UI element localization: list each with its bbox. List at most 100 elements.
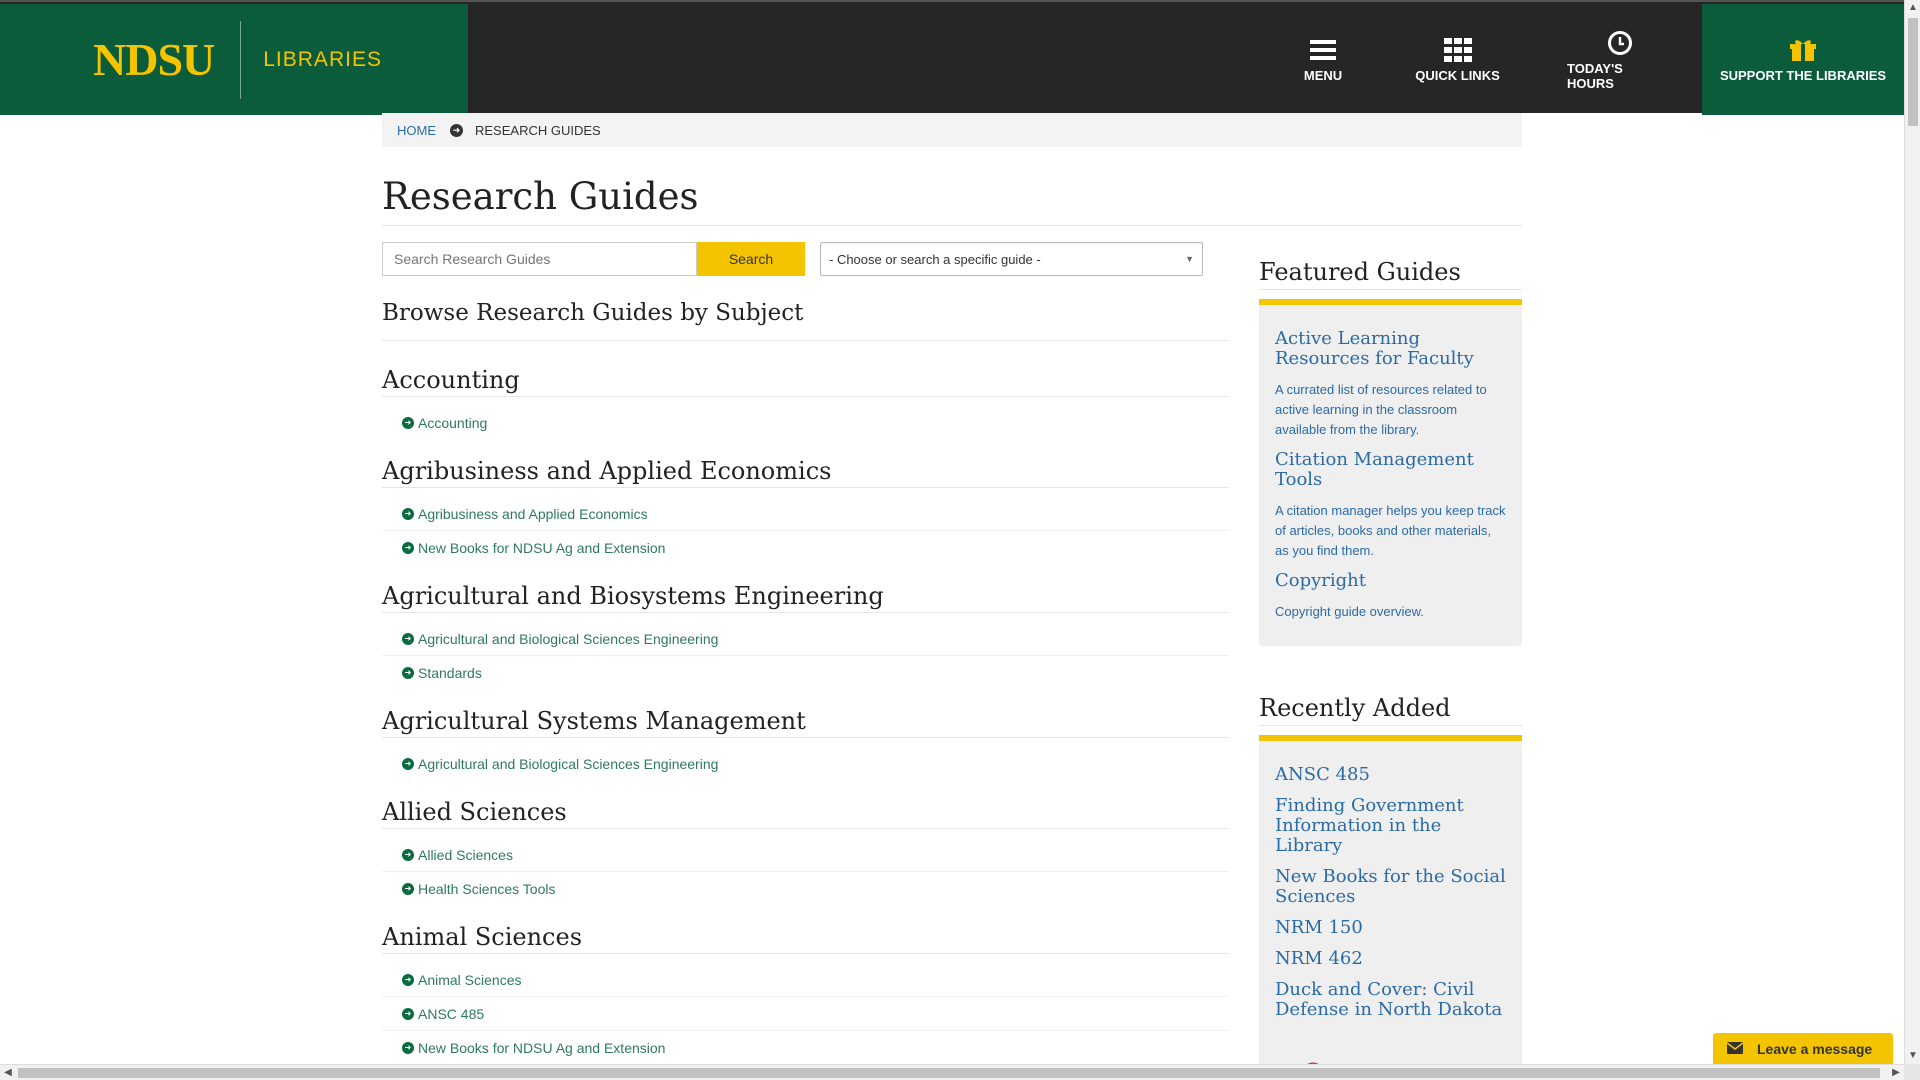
arrow-circle-icon: ➜ <box>402 632 414 645</box>
quick-links-label: QUICK LINKS <box>1415 68 1500 83</box>
subject-heading: Agribusiness and Applied Economics <box>382 457 1229 488</box>
envelope-icon <box>1726 1041 1744 1057</box>
guide-select-dropdown[interactable]: - Choose or search a specific guide - ▼ <box>820 242 1203 276</box>
subject-section: Animal Sciences ➜ Animal Sciences ➜ ANSC 4… <box>382 923 1229 1065</box>
featured-guide-description: A citation manager helps you keep track … <box>1275 503 1506 558</box>
arrow-circle-icon: ➜ <box>402 883 414 895</box>
vertical-scrollbar[interactable]: ▲ ▼ <box>1904 0 1920 1064</box>
subject-section: Accounting ➜ Accounting <box>382 366 1229 440</box>
arrow-circle-icon: ➜ <box>402 973 414 986</box>
subject-heading: Accounting <box>382 366 1229 397</box>
guide-list-item: ➜ New Books for NDSU Ag and Extension <box>382 531 1229 565</box>
logo-divider <box>240 20 242 99</box>
scroll-down-icon[interactable]: ▼ <box>1905 1048 1920 1064</box>
recent-guide-link[interactable]: ANSC 485 <box>1275 765 1506 785</box>
guide-link[interactable]: Health Sciences Tools <box>418 881 555 897</box>
menu-button[interactable]: MENU <box>1290 4 1356 115</box>
subject-section: Agricultural and Biosystems Engineering … <box>382 582 1229 690</box>
ndsu-logo[interactable]: NDSU <box>93 33 215 86</box>
subject-listing: Browse Research Guides by Subject Accoun… <box>382 300 1229 1080</box>
horizontal-scrollbar[interactable]: ◀ ▶ <box>0 1064 1904 1080</box>
recent-guide-link[interactable]: Duck and Cover: Civil Defense in North D… <box>1275 980 1506 1020</box>
guide-list-item: ➜ Health Sciences Tools <box>382 872 1229 906</box>
scroll-up-icon[interactable]: ▲ <box>1905 0 1920 16</box>
subject-heading: Animal Sciences <box>382 923 1229 954</box>
guide-list-item: ➜ ANSC 485 <box>382 997 1229 1031</box>
subject-heading: Agricultural and Biosystems Engineering <box>382 582 1229 613</box>
recent-guide-link[interactable]: NRM 150 <box>1275 918 1506 938</box>
clock-icon <box>1607 29 1633 57</box>
horizontal-scroll-thumb[interactable] <box>18 1068 1880 1078</box>
libraries-wordmark[interactable]: LIBRARIES <box>263 48 382 72</box>
quick-links-button[interactable]: QUICK LINKS <box>1415 4 1500 115</box>
guide-link[interactable]: Allied Sciences <box>418 847 513 863</box>
todays-hours-button[interactable]: TODAY'S HOURS <box>1567 4 1673 115</box>
featured-guide-description: Copyright guide overview. <box>1275 604 1424 619</box>
guide-link[interactable]: ANSC 485 <box>418 1006 484 1022</box>
guide-link[interactable]: New Books for NDSU Ag and Extension <box>418 1040 665 1056</box>
vertical-scroll-thumb[interactable] <box>1908 18 1918 126</box>
arrow-circle-icon: ➜ <box>402 848 414 861</box>
arrow-circle-icon: ➜ <box>402 417 414 429</box>
leave-message-button[interactable]: Leave a message <box>1713 1033 1893 1064</box>
guide-list-item: ➜ Standards <box>382 656 1229 690</box>
breadcrumb: HOME ➜ RESEARCH GUIDES <box>382 113 1522 147</box>
guide-link[interactable]: Agricultural and Biological Sciences Eng… <box>418 756 718 772</box>
guide-link[interactable]: Standards <box>418 665 482 681</box>
arrow-circle-icon: ➜ <box>402 1007 414 1020</box>
subject-heading: Agricultural Systems Management <box>382 707 1229 738</box>
sidebar: Featured Guides Active Learning Resource… <box>1259 258 1522 1071</box>
caret-down-icon: ▼ <box>1185 254 1194 264</box>
guide-link[interactable]: New Books for NDSU Ag and Extension <box>418 540 665 556</box>
guide-link[interactable]: Agricultural and Biological Sciences Eng… <box>418 631 718 647</box>
search-input[interactable] <box>382 242 697 276</box>
recent-guide-link[interactable]: NRM 462 <box>1275 949 1506 969</box>
recent-guide-link[interactable]: Finding Government Information in the Li… <box>1275 796 1506 856</box>
guide-list-item: ➜ Agribusiness and Applied Economics <box>382 497 1229 531</box>
featured-guide-description: A currated list of resources related to … <box>1275 382 1487 437</box>
featured-guide-link[interactable]: Active Learning Resources for Faculty <box>1275 329 1506 369</box>
scrollbar-corner <box>1904 1064 1920 1080</box>
gift-icon <box>1790 36 1816 64</box>
browse-heading: Browse Research Guides by Subject <box>382 300 1229 341</box>
subject-section: Agribusiness and Applied Economics ➜ Agri… <box>382 457 1229 565</box>
menu-label: MENU <box>1303 68 1343 83</box>
guide-select-value: - Choose or search a specific guide - <box>829 251 1041 267</box>
scroll-right-icon[interactable]: ▶ <box>1888 1065 1904 1080</box>
scroll-left-icon[interactable]: ◀ <box>0 1065 16 1080</box>
featured-guides-box: Active Learning Resources for Faculty A … <box>1259 299 1522 646</box>
search-button[interactable]: Search <box>697 242 805 276</box>
breadcrumb-home-link[interactable]: HOME <box>397 123 436 138</box>
todays-hours-label: TODAY'S HOURS <box>1567 60 1623 91</box>
guide-link[interactable]: Agribusiness and Applied Economics <box>418 506 648 522</box>
guide-list-item: ➜ Accounting <box>382 406 1229 440</box>
guide-link[interactable]: Animal Sciences <box>418 972 522 988</box>
guide-list-item: ➜ Agricultural and Biological Sciences En… <box>382 747 1229 781</box>
subject-section: Agricultural Systems Management ➜ Agricul… <box>382 707 1229 781</box>
top-navigation-bar: NDSU LIBRARIES MENU QUICK LINKS TODAY'S … <box>0 0 1904 115</box>
arrow-circle-icon: ➜ <box>402 667 414 679</box>
hamburger-icon <box>1310 36 1336 64</box>
arrow-circle-icon: ➜ <box>402 1042 414 1054</box>
subject-heading: Allied Sciences <box>382 798 1229 829</box>
guide-link[interactable]: Accounting <box>418 415 487 431</box>
arrow-circle-icon: ➜ <box>402 507 414 520</box>
featured-guide-link[interactable]: Citation Management Tools <box>1275 450 1506 490</box>
recently-added-heading: Recently Added <box>1259 694 1522 726</box>
featured-guide-link[interactable]: Copyright <box>1275 571 1506 591</box>
grid-icon <box>1443 36 1472 64</box>
arrow-circle-icon: ➜ <box>402 542 414 554</box>
subject-section: Allied Sciences ➜ Allied Sciences ➜ Health… <box>382 798 1229 906</box>
arrow-right-icon: ➜ <box>450 123 463 137</box>
recently-added-box: ANSC 485 Finding Government Information … <box>1259 735 1522 1071</box>
page-title: Research Guides <box>382 175 699 218</box>
guide-list-item: ➜ Animal Sciences <box>382 963 1229 997</box>
support-label: SUPPORT THE LIBRARIES <box>1719 68 1887 83</box>
arrow-circle-icon: ➜ <box>402 758 414 770</box>
support-libraries-button[interactable]: SUPPORT THE LIBRARIES <box>1702 4 1904 115</box>
recent-guide-link[interactable]: New Books for the Social Sciences <box>1275 867 1506 907</box>
brand-area[interactable]: NDSU LIBRARIES <box>0 4 468 115</box>
breadcrumb-current: RESEARCH GUIDES <box>475 122 601 138</box>
guide-list-item: ➜ Allied Sciences <box>382 838 1229 872</box>
title-divider <box>382 225 1522 226</box>
